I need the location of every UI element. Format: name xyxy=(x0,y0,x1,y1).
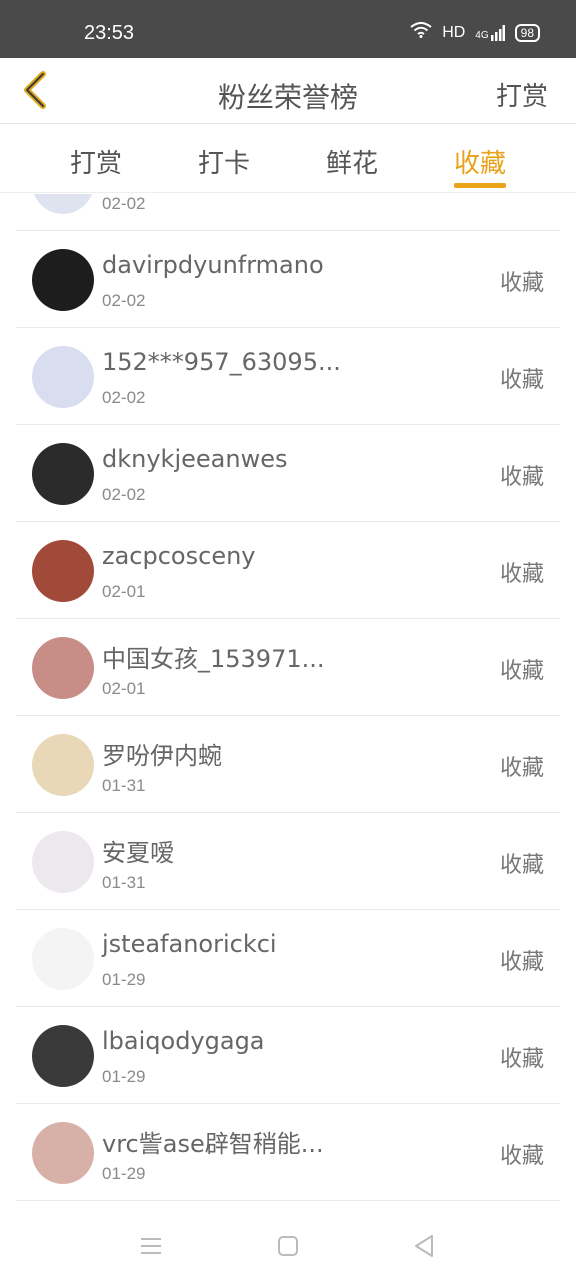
fan-date: 01-31 xyxy=(102,776,146,795)
home-square-icon xyxy=(278,1236,298,1256)
avatar xyxy=(32,1122,94,1184)
fan-date: 01-31 xyxy=(102,873,146,892)
avatar xyxy=(32,928,94,990)
fan-name: 中国女孩_153971... xyxy=(102,645,325,673)
tab-indicator xyxy=(454,183,506,188)
favorite-label: 收藏 xyxy=(499,756,544,781)
fan-name: 152***957_63095... xyxy=(102,348,341,376)
header: 粉丝荣誉榜 打赏 xyxy=(0,58,576,124)
back-nav-button[interactable] xyxy=(406,1228,442,1264)
fan-name: davirpdyunfrmano xyxy=(102,251,324,279)
fan-name: dknykjeeanwes xyxy=(102,445,288,473)
list-item[interactable]: 安夏嗳 01-31 收藏 xyxy=(16,813,560,910)
status-icons: HD 4G 98 xyxy=(410,22,540,43)
status-bar: 23:53 HD 4G 98 xyxy=(0,0,576,58)
network-label: HD xyxy=(442,23,466,41)
battery-icon: 98 xyxy=(514,23,540,42)
fan-date: 02-01 xyxy=(102,582,146,601)
status-time: 23:53 xyxy=(84,22,135,44)
favorite-label: 收藏 xyxy=(499,562,544,587)
avatar xyxy=(32,194,94,214)
avatar xyxy=(32,249,94,311)
fan-name: jsteafanorickci xyxy=(102,930,277,958)
signal-icon: 4G xyxy=(475,24,505,41)
home-button[interactable] xyxy=(270,1228,306,1264)
fan-date: 01-29 xyxy=(102,970,146,989)
list-item[interactable]: 152***957_63095... 02-02 收藏 xyxy=(16,328,560,425)
avatar xyxy=(32,540,94,602)
fan-list[interactable]: 02-02 davirpdyunfrmano 02-02 收藏 152***95… xyxy=(16,194,560,1206)
tab-favorites[interactable]: 收藏 xyxy=(430,143,530,180)
list-item[interactable]: vrc訾ase辟智稍能... 01-29 收藏 xyxy=(16,1104,560,1201)
tab-checkin[interactable]: 打卡 xyxy=(174,143,274,180)
fan-date: 02-02 xyxy=(102,388,146,407)
page-title: 粉丝荣誉榜 xyxy=(217,81,358,114)
favorite-label: 收藏 xyxy=(499,1047,544,1072)
tab-bar: 打赏 打卡 鲜花 收藏 xyxy=(0,125,576,193)
favorite-label: 收藏 xyxy=(499,271,544,296)
fan-date: 02-01 xyxy=(102,679,146,698)
tab-flowers[interactable]: 鲜花 xyxy=(302,143,402,180)
list-item[interactable]: davirpdyunfrmano 02-02 收藏 xyxy=(16,231,560,328)
list-item[interactable]: jsteafanorickci 01-29 收藏 xyxy=(16,910,560,1007)
menu-icon xyxy=(141,1238,161,1254)
avatar xyxy=(32,346,94,408)
favorite-label: 收藏 xyxy=(499,853,544,878)
list-item[interactable]: lbaiqodygaga 01-29 收藏 xyxy=(16,1007,560,1104)
fan-date: 02-02 xyxy=(102,194,146,213)
fan-name: zacpcosceny xyxy=(102,542,256,570)
menu-button[interactable] xyxy=(133,1228,169,1264)
signal-label: 4G xyxy=(475,29,489,41)
fan-name: 罗吩伊内蜿 xyxy=(102,742,222,770)
avatar xyxy=(32,831,94,893)
favorite-label: 收藏 xyxy=(499,950,544,975)
list-item[interactable]: 中国女孩_153971... 02-01 收藏 xyxy=(16,619,560,716)
favorite-label: 收藏 xyxy=(499,465,544,490)
avatar xyxy=(32,443,94,505)
header-reward-button[interactable]: 打赏 xyxy=(496,76,548,113)
fan-date: 02-02 xyxy=(102,291,146,310)
list-item[interactable]: dknykjeeanwes 02-02 收藏 xyxy=(16,425,560,522)
fan-date: 01-29 xyxy=(102,1164,146,1183)
system-nav-bar xyxy=(0,1206,576,1280)
avatar xyxy=(32,637,94,699)
fan-name: 安夏嗳 xyxy=(102,839,174,867)
avatar xyxy=(32,734,94,796)
back-triangle-icon xyxy=(415,1235,433,1257)
fan-date: 01-29 xyxy=(102,1067,146,1086)
fan-date: 02-02 xyxy=(102,485,146,504)
fan-name: vrc訾ase辟智稍能... xyxy=(102,1130,324,1158)
favorite-label: 收藏 xyxy=(499,1144,544,1169)
avatar xyxy=(32,1025,94,1087)
tab-reward[interactable]: 打赏 xyxy=(46,143,146,180)
list-item[interactable]: 02-02 xyxy=(16,194,560,231)
favorite-label: 收藏 xyxy=(499,659,544,684)
favorite-label: 收藏 xyxy=(499,368,544,393)
wifi-icon xyxy=(410,22,432,43)
list-item[interactable]: zacpcosceny 02-01 收藏 xyxy=(16,522,560,619)
fan-name: lbaiqodygaga xyxy=(102,1027,265,1055)
list-item[interactable]: 罗吩伊内蜿 01-31 收藏 xyxy=(16,716,560,813)
